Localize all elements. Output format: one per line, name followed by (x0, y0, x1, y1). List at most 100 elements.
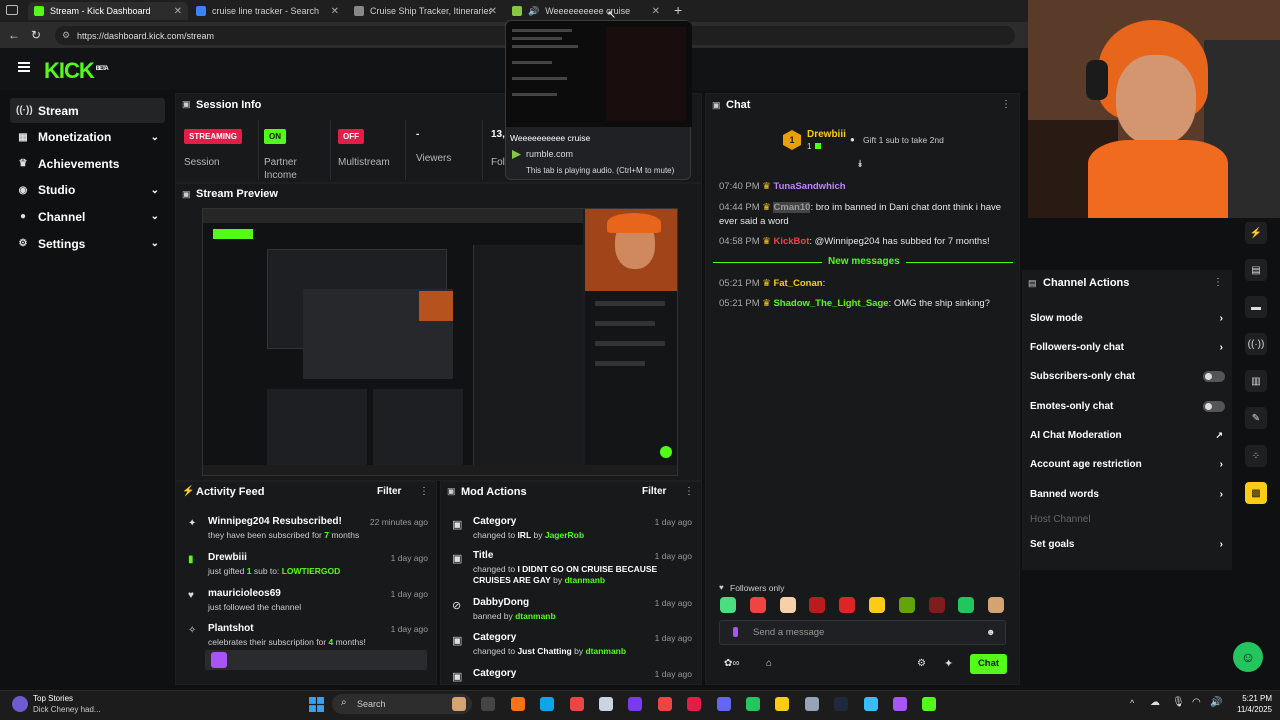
taskbar-app-icon[interactable] (716, 697, 731, 711)
mod-filter-button[interactable]: Filter (642, 486, 666, 497)
channel-action-banned-words[interactable]: Banned words › (1030, 487, 1225, 501)
mic-icon[interactable] (733, 627, 738, 637)
mod-more-icon[interactable]: ⋮ (684, 486, 694, 497)
mod-item-name[interactable]: Category (473, 632, 516, 643)
points-icon[interactable]: ✿∞ (724, 658, 740, 669)
dots-icon[interactable]: ⁘ (1245, 445, 1267, 467)
send-chat-button[interactable]: Chat (970, 654, 1007, 674)
chat-message[interactable]: 04:44 PM ♛ Cman10: bro im banned in Dani… (719, 201, 1009, 229)
chevron-down-icon[interactable]: ⌄ (151, 211, 159, 222)
activity-item-name[interactable]: Winnipeg204 Resubscribed! (208, 516, 342, 527)
tab-close-icon[interactable]: ✕ (174, 6, 182, 17)
layout-icon[interactable]: ▥ (1245, 370, 1267, 392)
emote-icon[interactable] (779, 597, 796, 613)
menu-icon[interactable] (18, 62, 30, 72)
taskbar-app-icon[interactable] (746, 697, 760, 711)
network-icon[interactable]: ☁ (1150, 697, 1160, 708)
chat-message[interactable]: 04:58 PM ♛ KickBot: @Winnipeg204 has sub… (719, 235, 1009, 249)
emote-icon[interactable] (839, 597, 856, 613)
help-bubble-icon[interactable]: ☺ (1233, 642, 1263, 672)
emoji-icon[interactable]: ☻ (986, 627, 995, 637)
emote-icon[interactable] (809, 597, 826, 613)
back-icon[interactable]: ← (8, 28, 20, 42)
taskbar-app-icon[interactable] (510, 697, 525, 711)
taskbar-app-icon[interactable] (893, 697, 907, 711)
chat-settings-icon[interactable]: ⚙ (917, 658, 926, 669)
chat-actions-icon[interactable]: ✦ (944, 657, 953, 670)
sidebar-item-monetization[interactable]: ▦ Monetization ⌄ (10, 125, 165, 150)
chevron-right-icon[interactable]: › (1220, 313, 1223, 324)
stream-preview-video[interactable] (202, 208, 678, 476)
sidebar-item-studio[interactable]: ◉ Studio ⌄ (10, 178, 165, 203)
taskbar-app-icon[interactable] (599, 697, 613, 711)
tab-actions-icon[interactable] (6, 5, 18, 15)
emote-icon[interactable] (898, 597, 915, 613)
browser-tab[interactable]: cruise line tracker - Search ✕ (190, 2, 345, 20)
wifi-icon[interactable]: ◠ (1192, 697, 1201, 708)
taskbar-search[interactable] (332, 694, 472, 714)
emote-icon[interactable] (869, 597, 885, 613)
chevron-down-icon[interactable]: ⌄ (151, 185, 159, 196)
toggle-switch[interactable] (1203, 400, 1225, 412)
reload-icon[interactable]: ↻ (31, 28, 41, 42)
chat-username[interactable]: TunaSandwhich (773, 181, 845, 192)
activity-item-name[interactable]: mauricioleos69 (208, 588, 281, 599)
chat-username[interactable]: KickBot (773, 236, 809, 247)
taskbar-app-icon[interactable] (687, 697, 702, 711)
channel-action-account-age-restriction[interactable]: Account age restriction › (1030, 457, 1225, 471)
activity-item-name[interactable]: Plantshot (208, 623, 254, 634)
broadcast-icon[interactable]: ((·)) (1245, 333, 1267, 355)
browser-tab[interactable]: Cruise Ship Tracker, Itineraries, Sc✕ (348, 2, 503, 20)
taskbar-app-icon[interactable] (775, 697, 790, 711)
news-sub[interactable]: Dick Cheney had... (33, 705, 101, 714)
tab-close-icon[interactable]: ✕ (331, 6, 339, 17)
channel-action-slow-mode[interactable]: Slow mode › (1030, 311, 1225, 325)
sidebar-item-settings[interactable]: ⚙ Settings ⌄ (10, 231, 165, 256)
tab-close-icon[interactable]: ✕ (652, 6, 660, 17)
chat-message[interactable]: 05:21 PM ♛ Fat_Conan: (719, 277, 1009, 291)
channel-action-followers-only-chat[interactable]: Followers-only chat › (1030, 340, 1225, 354)
channel-action-subscribers-only-chat[interactable]: Subscribers-only chat (1030, 369, 1225, 383)
tab-close-icon[interactable]: ✕ (489, 6, 497, 17)
site-info-icon[interactable]: ⚙ (62, 30, 70, 41)
emote-icon[interactable] (988, 597, 1005, 613)
taskbar-app-icon[interactable] (863, 697, 878, 711)
taskbar-app-icon[interactable] (540, 697, 555, 711)
mod-item-name[interactable]: Category (473, 516, 516, 527)
chevron-right-icon[interactable]: › (1220, 489, 1223, 500)
taskbar-app-icon[interactable] (569, 697, 584, 711)
taskbar-app-icon[interactable] (481, 697, 496, 711)
taskbar-app-icon[interactable] (452, 697, 466, 711)
emote-icon[interactable] (958, 597, 975, 613)
new-tab-icon[interactable]: + (674, 2, 682, 18)
audio-playing-icon[interactable]: 🔊 (528, 6, 539, 17)
store-icon[interactable]: ⌂ (766, 658, 772, 669)
mic-tray-icon[interactable]: 🎙 (1172, 697, 1185, 708)
tray-chevron-icon[interactable]: ^ (1130, 698, 1134, 708)
channel-action-ai-chat-moderation[interactable]: AI Chat Moderation ↗ (1030, 428, 1225, 442)
taskbar-app-icon[interactable] (804, 697, 819, 711)
bolt-icon[interactable]: ⚡ (1245, 222, 1267, 244)
chevron-down-icon[interactable]: ⌄ (151, 132, 159, 143)
clock-date[interactable]: 11/4/2025 (1226, 705, 1272, 714)
emote-icon[interactable] (749, 597, 766, 613)
chat-bubble-icon[interactable]: ▬ (1245, 296, 1267, 318)
clock-time[interactable]: 5:21 PM (1236, 694, 1272, 703)
mod-item-name[interactable]: DabbyDong (473, 597, 529, 608)
sidebar-item-achievements[interactable]: ♛ Achievements (10, 151, 165, 176)
chat-username[interactable]: Fat_Conan (773, 278, 822, 289)
toggle-switch[interactable] (1203, 370, 1225, 382)
channel-action-emotes-only-chat[interactable]: Emotes-only chat (1030, 399, 1225, 413)
notes-icon[interactable]: ▤ (1245, 259, 1267, 281)
channel-actions-more-icon[interactable]: ⋮ (1213, 277, 1223, 288)
news-widget-icon[interactable] (12, 696, 28, 712)
taskbar-app-icon[interactable] (628, 697, 643, 711)
taskbar-app-icon[interactable] (657, 697, 672, 711)
collapse-icon[interactable]: ⯯ (857, 159, 863, 170)
mod-item-name[interactable]: Category (473, 668, 516, 679)
kick-logo[interactable]: KICK BETA (44, 58, 109, 84)
emote-icon[interactable] (928, 597, 945, 613)
external-link-icon[interactable]: ↗ (1215, 430, 1223, 441)
chat-username[interactable]: Cman10 (773, 202, 811, 213)
chevron-right-icon[interactable]: › (1220, 342, 1223, 353)
